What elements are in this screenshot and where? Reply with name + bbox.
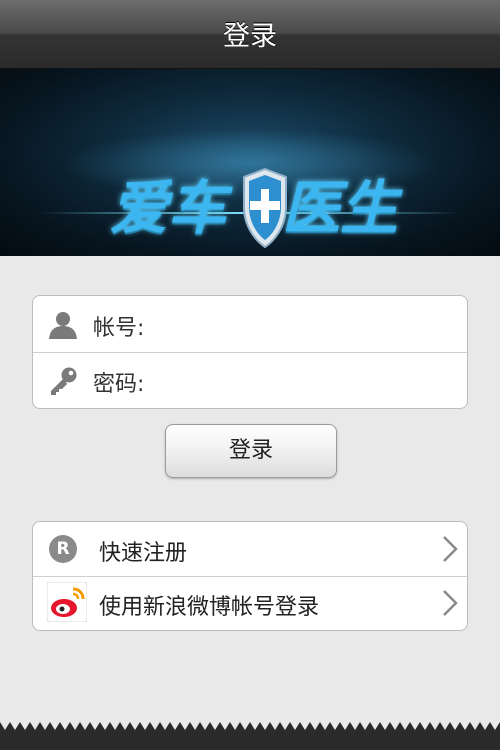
weibo-login-label: 使用新浪微博帐号登录 <box>99 595 320 620</box>
logo-text-right: 医生 <box>282 174 399 242</box>
password-input[interactable] <box>168 364 457 398</box>
account-row: 帐号: <box>33 296 467 353</box>
password-label: 密码: <box>93 372 145 397</box>
quick-register-label: 快速注册 <box>99 541 188 566</box>
key-icon <box>51 367 77 395</box>
login-form: 帐号: 密码: <box>32 295 468 409</box>
weibo-icon <box>47 582 87 622</box>
register-r-icon: R <box>49 535 77 563</box>
chevron-right-icon <box>443 536 458 562</box>
account-label: 帐号: <box>93 316 145 341</box>
title-bar: 登录 <box>0 0 500 69</box>
logo-text-left: 爱车 <box>110 174 227 242</box>
login-button[interactable]: 登录 <box>165 424 337 478</box>
login-options-list: R 快速注册 使用新浪微博帐号登录 <box>32 521 468 631</box>
app-banner: 爱车 医生 <box>0 69 500 256</box>
weibo-login-item[interactable]: 使用新浪微博帐号登录 <box>33 576 467 630</box>
chevron-right-icon <box>443 590 458 616</box>
bottom-edge <box>0 722 500 750</box>
password-row: 密码: <box>33 352 467 408</box>
user-icon <box>49 312 77 339</box>
page-title: 登录 <box>223 21 277 52</box>
account-input[interactable] <box>168 308 457 342</box>
quick-register-item[interactable]: R 快速注册 <box>33 522 467 577</box>
